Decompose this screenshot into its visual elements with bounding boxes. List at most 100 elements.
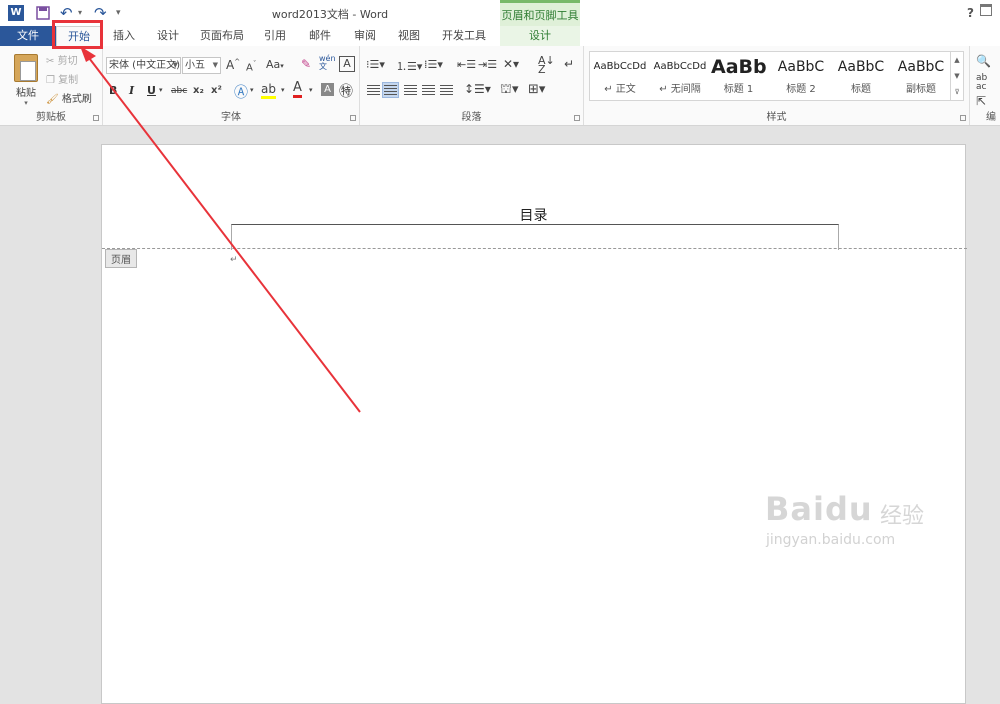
style-name: ↵ 正文	[604, 84, 636, 95]
align-center-icon[interactable]	[382, 82, 399, 98]
paste-button[interactable]: 粘贴 ▾	[10, 54, 42, 107]
paragraph-launcher-icon[interactable]	[574, 115, 580, 121]
style-title[interactable]: AaBbC 标题	[831, 54, 891, 98]
enclose-characters-icon[interactable]: ㊕	[339, 81, 353, 101]
text-effects-dropdown-icon[interactable]: ▾	[250, 86, 254, 94]
borders-icon[interactable]: ⊞▾	[528, 82, 545, 97]
highlight-dropdown-icon[interactable]: ▾	[281, 86, 285, 94]
align-right-icon[interactable]	[404, 85, 417, 99]
numbering-icon[interactable]: ⒈☰▾	[396, 58, 422, 74]
style-name: 副标题	[906, 84, 936, 95]
italic-button[interactable]: I	[129, 84, 134, 97]
tab-page-layout[interactable]: 页面布局	[194, 26, 250, 46]
grow-font-icon[interactable]: A^	[226, 58, 240, 72]
highlight-color-icon[interactable]: ab	[261, 82, 276, 99]
styles-scroll[interactable]: ▲ ▼ ⊽	[950, 52, 963, 100]
change-case-button[interactable]: Aa▾	[266, 58, 284, 71]
undo-icon[interactable]: ↶	[60, 5, 76, 21]
save-icon[interactable]	[36, 5, 50, 21]
format-painter-label: 格式刷	[61, 94, 92, 105]
cut-button[interactable]: ✂ 剪切	[46, 52, 78, 67]
font-size-dropdown-icon[interactable]: ▼	[213, 58, 218, 73]
title-bar: W ↶ ▾ ↷ ▾ word2013文档 - Word 页眉和页脚工具 ?	[0, 0, 1000, 26]
tab-review[interactable]: 审阅	[347, 26, 383, 46]
font-launcher-icon[interactable]	[350, 115, 356, 121]
tab-insert[interactable]: 插入	[104, 26, 144, 46]
style-heading-1[interactable]: AaBb 标题 1	[711, 54, 766, 98]
find-icon[interactable]: 🔍	[976, 54, 991, 68]
tab-mailings[interactable]: 邮件	[302, 26, 338, 46]
styles-launcher-icon[interactable]	[960, 115, 966, 121]
scroll-up-icon[interactable]: ▲	[951, 52, 963, 68]
ribbon-display-options-icon[interactable]	[980, 4, 992, 16]
subscript-button[interactable]: x₂	[193, 85, 204, 96]
bold-button[interactable]: B	[109, 84, 117, 97]
paste-dropdown-icon[interactable]: ▾	[10, 99, 42, 107]
decrease-indent-icon[interactable]: ⇤☰	[457, 58, 476, 71]
tab-home[interactable]: 开始	[56, 26, 102, 46]
replace-icon[interactable]: ab ac	[976, 74, 987, 92]
distributed-icon[interactable]	[440, 85, 453, 99]
tab-header-footer-design[interactable]: 设计	[500, 26, 580, 46]
tab-view[interactable]: 视图	[391, 26, 427, 46]
header-content-area[interactable]	[231, 224, 839, 250]
show-hide-marks-icon[interactable]: ↵	[564, 57, 574, 71]
style-sample: AaBbC	[837, 59, 885, 75]
character-shading-icon[interactable]: A	[321, 83, 334, 96]
font-size-combo[interactable]: 小五 ▼	[182, 57, 221, 74]
style-name: 标题	[851, 84, 871, 95]
tab-developer[interactable]: 开发工具	[436, 26, 492, 46]
redo-icon[interactable]: ↷	[94, 5, 110, 21]
tab-design[interactable]: 设计	[148, 26, 188, 46]
copy-button[interactable]: ❐ 复制	[46, 71, 78, 86]
customize-qat-icon[interactable]: ▾	[116, 5, 126, 21]
clear-formatting-icon[interactable]: ✎	[301, 57, 311, 71]
text-effects-icon[interactable]: Ⓐ	[234, 82, 248, 102]
document-page[interactable]: 目录 页眉 ↵	[101, 144, 967, 704]
help-button[interactable]: ?	[967, 6, 974, 20]
font-name-dropdown-icon[interactable]: ▼	[173, 58, 178, 73]
multilevel-list-icon[interactable]: ⁞☰▾	[424, 58, 443, 71]
tab-references[interactable]: 引用	[257, 26, 293, 46]
style-no-spacing[interactable]: AaBbCcDd ↵ 无间隔	[650, 54, 710, 98]
underline-button[interactable]: U	[147, 84, 156, 97]
tab-file[interactable]: 文件	[0, 26, 56, 46]
document-area[interactable]: 目录 页眉 ↵	[0, 126, 1000, 704]
sort-icon[interactable]: A↓ Z	[538, 55, 555, 75]
superscript-button[interactable]: x²	[211, 85, 222, 96]
more-styles-icon[interactable]: ⊽	[951, 84, 963, 100]
style-sample: AaBbCcDd	[593, 61, 647, 72]
increase-indent-icon[interactable]: ⇥☰	[478, 58, 497, 71]
style-normal[interactable]: AaBbCcDd ↵ 正文	[590, 54, 650, 98]
shading-icon[interactable]: ⛫▾	[500, 82, 518, 99]
clipboard-launcher-icon[interactable]	[93, 115, 99, 121]
clipboard-group: 粘贴 ▾ ✂ 剪切 ❐ 复制 🖌 格式刷 剪贴板	[0, 46, 103, 125]
font-color-icon[interactable]: A	[293, 81, 302, 98]
justify-icon[interactable]	[422, 85, 435, 99]
format-painter-button[interactable]: 🖌 格式刷	[46, 90, 92, 105]
scroll-down-icon[interactable]: ▼	[951, 68, 963, 84]
character-border-icon[interactable]: A	[339, 56, 355, 72]
select-icon[interactable]: ⇱	[976, 94, 986, 108]
clipboard-group-label: 剪贴板	[36, 112, 66, 123]
line-spacing-icon[interactable]: ↕☰▾	[464, 82, 491, 96]
header-text[interactable]: 目录	[102, 205, 965, 225]
bullets-icon[interactable]: ⁝☰▾	[366, 58, 385, 71]
style-subtitle[interactable]: AaBbC 副标题	[891, 54, 951, 98]
undo-dropdown-icon[interactable]: ▾	[78, 5, 86, 21]
header-separator	[102, 248, 967, 249]
strikethrough-button[interactable]: abc	[171, 86, 187, 96]
align-left-icon[interactable]	[367, 85, 380, 99]
styles-gallery: AaBbCcDd ↵ 正文 AaBbCcDd ↵ 无间隔 AaBb 标题 1 A…	[589, 51, 964, 101]
underline-dropdown-icon[interactable]: ▾	[159, 86, 163, 94]
chinese-layout-icon[interactable]: ✕▾	[503, 57, 519, 71]
font-color-dropdown-icon[interactable]: ▾	[309, 86, 313, 94]
word-logo-icon[interactable]: W	[8, 5, 24, 21]
font-name-combo[interactable]: 宋体 (中文正文) ▼	[106, 57, 181, 74]
phonetic-guide-icon[interactable]: wén 文	[319, 55, 336, 71]
shrink-font-icon[interactable]: Aˇ	[246, 60, 256, 73]
style-name: 标题 2	[786, 84, 816, 95]
ribbon: 粘贴 ▾ ✂ 剪切 ❐ 复制 🖌 格式刷 剪贴板 宋体 (中文正文) ▼ 小五 …	[0, 46, 1000, 126]
style-heading-2[interactable]: AaBbC 标题 2	[771, 54, 831, 98]
contextual-tab-header: 页眉和页脚工具	[500, 0, 580, 26]
